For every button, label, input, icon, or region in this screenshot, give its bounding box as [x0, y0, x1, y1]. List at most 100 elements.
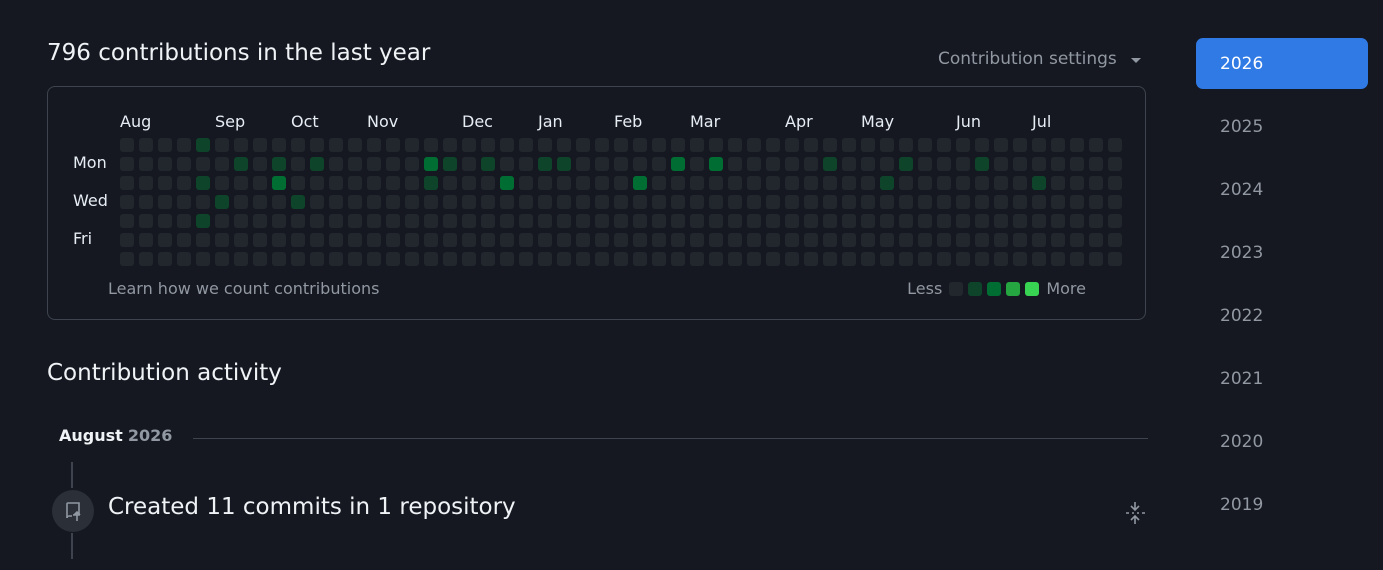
contribution-day[interactable] [956, 157, 970, 171]
contribution-day[interactable] [652, 138, 666, 152]
contribution-day[interactable] [842, 252, 856, 266]
contribution-day[interactable] [234, 233, 248, 247]
contribution-day[interactable] [994, 176, 1008, 190]
contribution-day[interactable] [975, 214, 989, 228]
contribution-day[interactable] [899, 233, 913, 247]
contribution-day[interactable] [861, 195, 875, 209]
contribution-day[interactable] [405, 195, 419, 209]
contribution-day[interactable] [538, 176, 552, 190]
contribution-day[interactable] [899, 176, 913, 190]
contribution-day[interactable] [120, 214, 134, 228]
contribution-day[interactable] [519, 195, 533, 209]
year-2024[interactable]: 2024 [1196, 164, 1368, 215]
contribution-day[interactable] [386, 252, 400, 266]
contribution-day[interactable] [215, 252, 229, 266]
contribution-day[interactable] [595, 195, 609, 209]
contribution-day[interactable] [728, 252, 742, 266]
contribution-day[interactable] [633, 195, 647, 209]
contribution-day[interactable] [823, 176, 837, 190]
contribution-day[interactable] [196, 176, 210, 190]
contribution-day[interactable] [652, 214, 666, 228]
contribution-day[interactable] [196, 195, 210, 209]
contribution-day[interactable] [310, 233, 324, 247]
contribution-day[interactable] [899, 252, 913, 266]
contribution-day[interactable] [557, 176, 571, 190]
contribution-day[interactable] [766, 252, 780, 266]
contribution-day[interactable] [481, 138, 495, 152]
contribution-day[interactable] [804, 157, 818, 171]
contribution-day[interactable] [880, 252, 894, 266]
contribution-day[interactable] [1051, 138, 1065, 152]
contribution-day[interactable] [253, 252, 267, 266]
contribution-day[interactable] [595, 157, 609, 171]
contribution-day[interactable] [652, 252, 666, 266]
contribution-day[interactable] [1013, 214, 1027, 228]
contribution-day[interactable] [728, 138, 742, 152]
contribution-day[interactable] [766, 176, 780, 190]
contribution-day[interactable] [386, 157, 400, 171]
contribution-day[interactable] [690, 176, 704, 190]
contribution-day[interactable] [709, 176, 723, 190]
contribution-day[interactable] [1013, 252, 1027, 266]
contribution-day[interactable] [462, 176, 476, 190]
contribution-day[interactable] [823, 138, 837, 152]
contribution-day[interactable] [918, 138, 932, 152]
contribution-day[interactable] [918, 252, 932, 266]
contribution-day[interactable] [994, 252, 1008, 266]
contribution-day[interactable] [177, 233, 191, 247]
contribution-day[interactable] [804, 214, 818, 228]
contribution-day[interactable] [424, 138, 438, 152]
contribution-day[interactable] [367, 252, 381, 266]
contribution-day[interactable] [576, 195, 590, 209]
contribution-day[interactable] [329, 176, 343, 190]
contribution-day[interactable] [158, 176, 172, 190]
contribution-day[interactable] [1089, 176, 1103, 190]
contribution-day[interactable] [253, 157, 267, 171]
contribution-day[interactable] [291, 176, 305, 190]
contribution-day[interactable] [500, 138, 514, 152]
contribution-day[interactable] [158, 252, 172, 266]
contribution-day[interactable] [1108, 233, 1122, 247]
contribution-day[interactable] [1032, 214, 1046, 228]
contribution-day[interactable] [500, 252, 514, 266]
contribution-day[interactable] [576, 138, 590, 152]
contribution-day[interactable] [481, 214, 495, 228]
contribution-day[interactable] [215, 233, 229, 247]
contribution-day[interactable] [158, 138, 172, 152]
contribution-day[interactable] [1070, 157, 1084, 171]
contribution-day[interactable] [405, 176, 419, 190]
contribution-day[interactable] [177, 176, 191, 190]
contribution-day[interactable] [1051, 176, 1065, 190]
contribution-day[interactable] [1051, 233, 1065, 247]
contribution-day[interactable] [956, 138, 970, 152]
contribution-day[interactable] [728, 176, 742, 190]
contribution-day[interactable] [253, 176, 267, 190]
contribution-day[interactable] [538, 157, 552, 171]
contribution-day[interactable] [329, 214, 343, 228]
contribution-day[interactable] [177, 195, 191, 209]
contribution-day[interactable] [861, 214, 875, 228]
contribution-day[interactable] [690, 233, 704, 247]
contribution-day[interactable] [975, 176, 989, 190]
contribution-day[interactable] [785, 214, 799, 228]
contribution-day[interactable] [1032, 233, 1046, 247]
contribution-day[interactable] [215, 214, 229, 228]
contribution-day[interactable] [538, 252, 552, 266]
contribution-day[interactable] [633, 176, 647, 190]
contribution-day[interactable] [633, 157, 647, 171]
contribution-day[interactable] [519, 157, 533, 171]
contribution-day[interactable] [652, 195, 666, 209]
contribution-day[interactable] [500, 195, 514, 209]
contribution-day[interactable] [861, 252, 875, 266]
contribution-day[interactable] [291, 157, 305, 171]
contribution-day[interactable] [139, 214, 153, 228]
contribution-day[interactable] [272, 195, 286, 209]
contribution-day[interactable] [538, 195, 552, 209]
contribution-day[interactable] [272, 157, 286, 171]
contribution-day[interactable] [386, 176, 400, 190]
contribution-day[interactable] [310, 252, 324, 266]
expand-icon[interactable] [1124, 501, 1146, 525]
contribution-day[interactable] [766, 195, 780, 209]
contribution-day[interactable] [595, 138, 609, 152]
contribution-day[interactable] [614, 195, 628, 209]
